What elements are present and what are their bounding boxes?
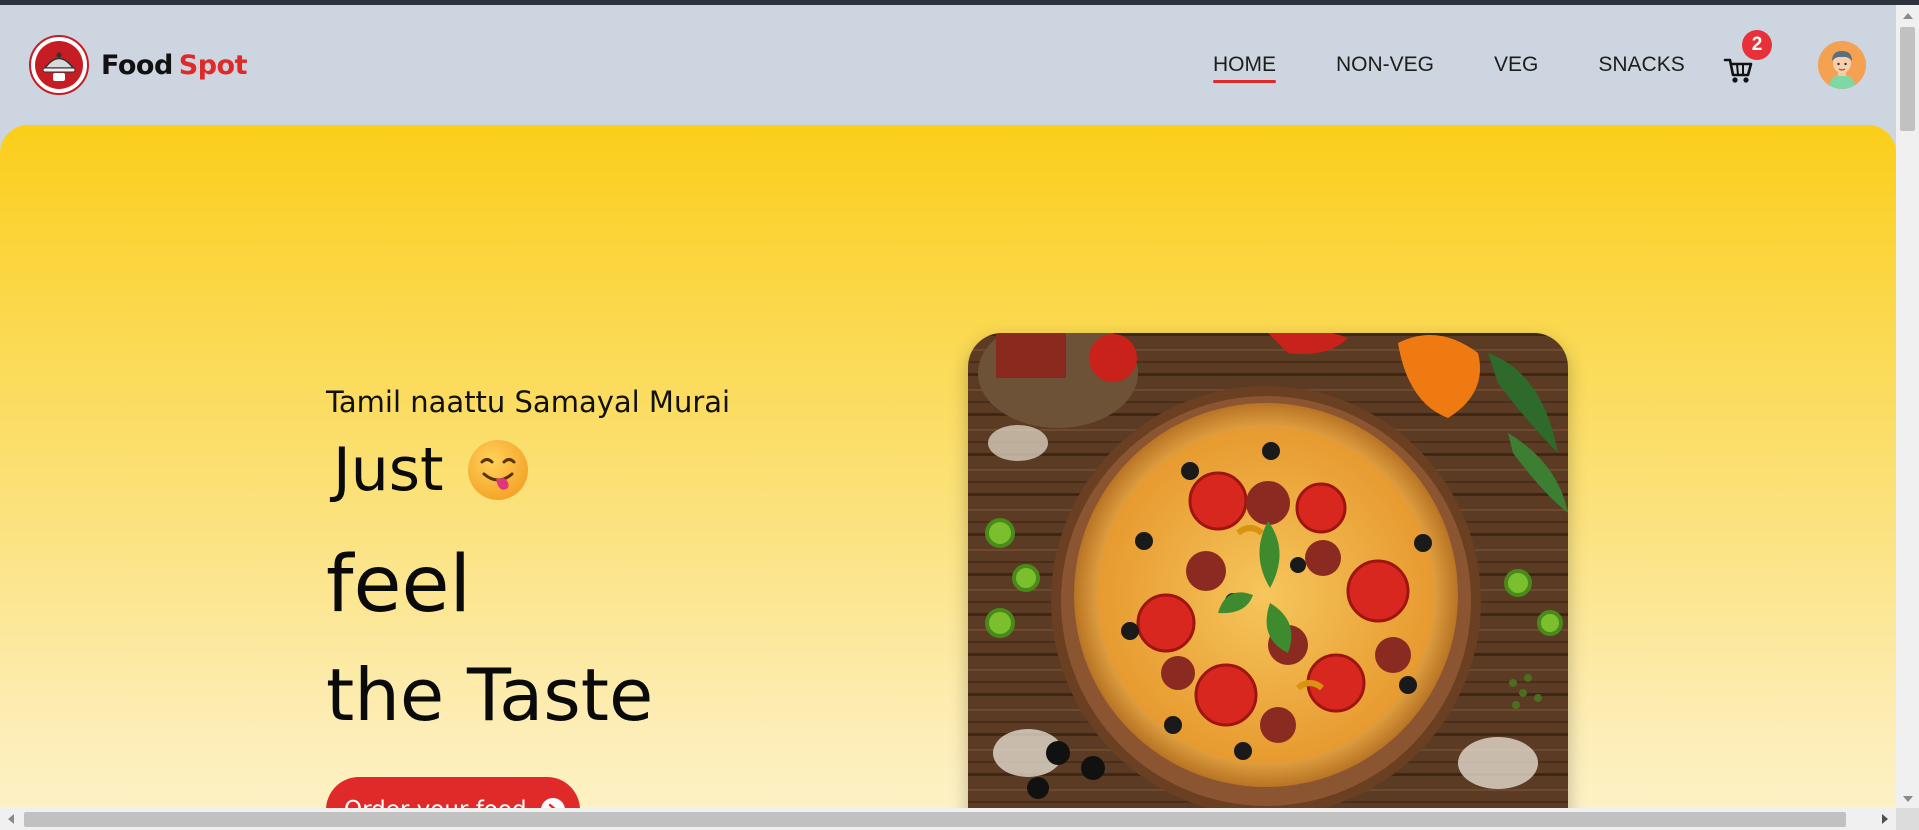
main-nav: HOME NON-VEG VEG SNACKS <box>1213 53 1685 83</box>
hero-headline-line2: feel <box>326 540 472 630</box>
vertical-scrollbar[interactable] <box>1896 5 1919 808</box>
scroll-left-arrow-icon[interactable] <box>8 814 14 824</box>
pizza-image <box>968 333 1568 808</box>
cloche-logo-icon <box>29 35 89 95</box>
face-savoring-food-icon <box>466 438 530 502</box>
arrow-right-circle-icon <box>540 798 565 808</box>
brand-logo[interactable]: Food Spot <box>29 35 248 95</box>
horizontal-scrollbar[interactable] <box>0 808 1896 830</box>
user-avatar-icon[interactable] <box>1818 41 1866 89</box>
vertical-scroll-thumb[interactable] <box>1900 27 1915 131</box>
brand-name-part1: Food <box>101 49 173 81</box>
nav-veg[interactable]: VEG <box>1494 53 1538 77</box>
order-food-button-label: Order your food <box>344 797 527 808</box>
hero-headline-line1-text: Just <box>333 435 444 505</box>
nav-home[interactable]: HOME <box>1213 53 1276 83</box>
nav-non-veg[interactable]: NON-VEG <box>1336 53 1434 77</box>
hero-section: Tamil naattu Samayal Murai Just feel the… <box>0 125 1896 808</box>
horizontal-scroll-thumb[interactable] <box>24 812 1846 827</box>
hero-subtitle: Tamil naattu Samayal Murai <box>326 385 731 419</box>
nav-snacks[interactable]: SNACKS <box>1598 53 1684 77</box>
brand-name: Food Spot <box>101 49 248 81</box>
cart-count-badge: 2 <box>1742 30 1772 60</box>
scroll-up-arrow-icon[interactable] <box>1903 13 1913 19</box>
scrollbar-corner <box>1896 808 1919 830</box>
order-food-button[interactable]: Order your food <box>326 777 580 808</box>
scroll-down-arrow-icon[interactable] <box>1903 796 1913 802</box>
page-viewport: Food Spot HOME NON-VEG VEG SNACKS 2 Tami… <box>0 5 1896 808</box>
hero-headline-line1: Just <box>333 435 530 505</box>
brand-name-part2: Spot <box>178 49 248 81</box>
scroll-right-arrow-icon[interactable] <box>1882 814 1888 824</box>
site-header: Food Spot HOME NON-VEG VEG SNACKS 2 <box>0 5 1896 125</box>
hero-headline-line3: the Taste <box>326 653 654 737</box>
